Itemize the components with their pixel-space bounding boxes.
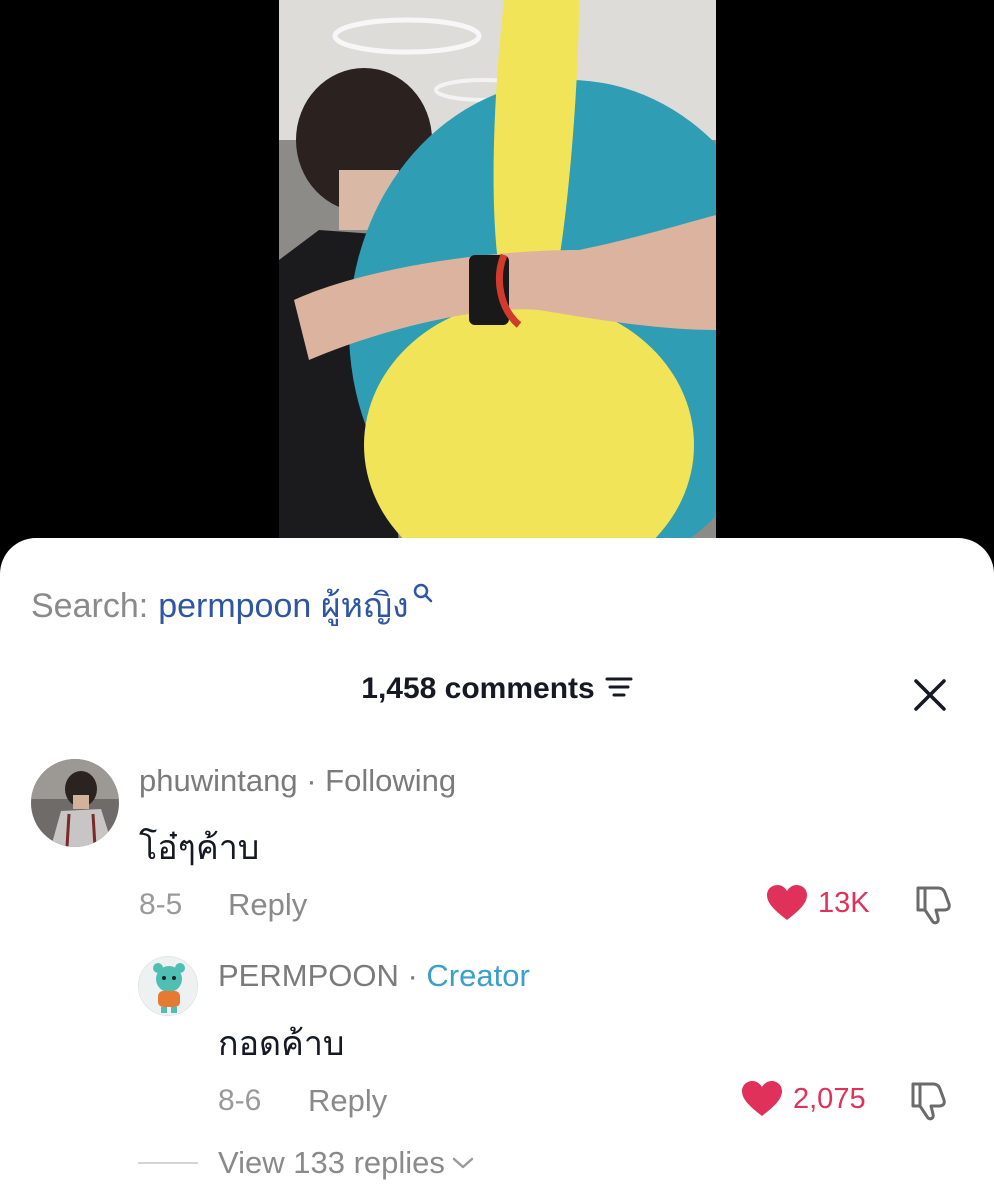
comment-username-line: phuwintang · Following xyxy=(139,763,456,799)
reply-username[interactable]: PERMPOON xyxy=(218,958,399,993)
search-icon[interactable] xyxy=(413,573,433,612)
avatar[interactable] xyxy=(138,956,198,1016)
reply-button[interactable]: Reply xyxy=(308,1083,387,1119)
like-count: 2,075 xyxy=(793,1082,866,1115)
search-suggestion[interactable]: Search: permpoon ผู้หญิง xyxy=(31,578,433,632)
search-term-link[interactable]: permpoon ผู้หญิง xyxy=(158,578,408,632)
view-replies-label: View 133 replies xyxy=(218,1145,445,1180)
chevron-down-icon xyxy=(452,1157,474,1169)
comment-text: โอ๋ๆค้าบ xyxy=(139,829,260,867)
divider xyxy=(138,1162,198,1164)
video-still-image xyxy=(279,0,716,560)
avatar[interactable] xyxy=(31,759,119,847)
like-count: 13K xyxy=(818,886,870,919)
comment-username[interactable]: phuwintang xyxy=(139,763,298,798)
thumbs-down-icon[interactable] xyxy=(912,884,954,931)
video-frame xyxy=(279,0,716,560)
like-button[interactable]: 13K xyxy=(766,884,870,922)
comments-sheet: Search: permpoon ผู้หญิง 1,458 comments xyxy=(0,538,994,1200)
creator-badge: Creator xyxy=(426,958,530,993)
video-player[interactable] xyxy=(0,0,994,560)
like-button[interactable]: 2,075 xyxy=(741,1080,866,1118)
search-prefix: Search: xyxy=(31,587,149,625)
comment-date: 8-5 xyxy=(139,888,183,921)
comments-count: 1,458 comments xyxy=(361,672,595,705)
reply-separator: · xyxy=(398,958,427,993)
reply-username-line: PERMPOON · Creator xyxy=(218,958,530,994)
comments-header: 1,458 comments xyxy=(0,672,994,706)
sort-icon[interactable] xyxy=(605,672,633,706)
reply-date: 8-6 xyxy=(218,1084,262,1117)
heart-icon xyxy=(742,1081,782,1116)
view-replies-button[interactable]: View 133 replies xyxy=(138,1145,475,1181)
thumbs-down-icon[interactable] xyxy=(907,1080,949,1127)
following-label: · Following xyxy=(306,763,457,798)
reply-button[interactable]: Reply xyxy=(228,887,307,923)
heart-icon xyxy=(767,885,807,920)
reply-text: กอดค้าบ xyxy=(218,1025,345,1063)
close-icon[interactable] xyxy=(910,675,950,715)
